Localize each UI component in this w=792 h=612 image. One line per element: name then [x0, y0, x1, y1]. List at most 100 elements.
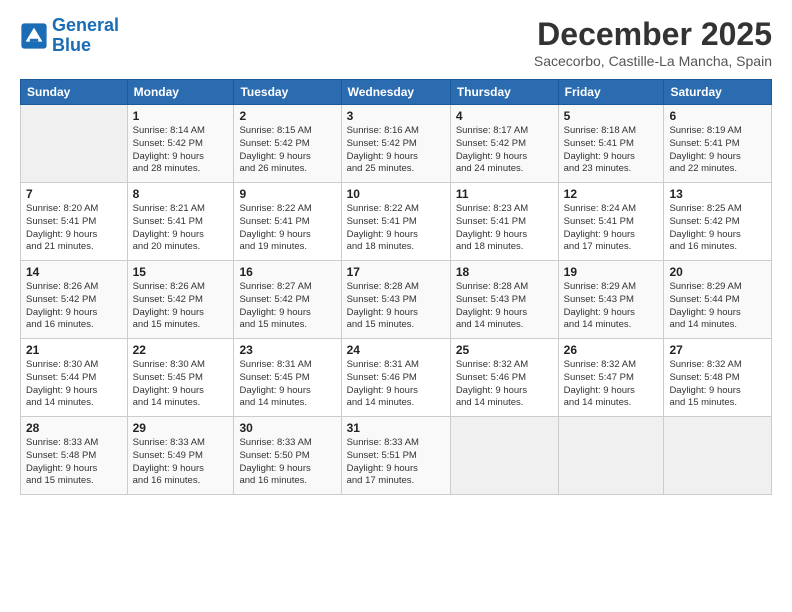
day-info: Sunrise: 8:18 AM Sunset: 5:41 PM Dayligh…: [564, 125, 659, 176]
calendar-cell: 7Sunrise: 8:20 AM Sunset: 5:41 PM Daylig…: [21, 183, 128, 261]
calendar-cell: 4 Sunrise: 8:17 AM Sunset: 5:42 PM Daylig…: [450, 105, 558, 183]
day-number: 16: [239, 265, 335, 279]
day-number: 5: [564, 109, 659, 123]
calendar-cell: [664, 417, 772, 495]
day-info: Sunrise: 8:17 AM Sunset: 5:42 PM Dayligh…: [456, 125, 553, 176]
calendar-cell: 2 Sunrise: 8:15 AM Sunset: 5:42 PM Daylig…: [234, 105, 341, 183]
calendar-cell: 8 Sunrise: 8:21 AM Sunset: 5:41 PM Daylig…: [127, 183, 234, 261]
calendar-week-2: 7Sunrise: 8:20 AM Sunset: 5:41 PM Daylig…: [21, 183, 772, 261]
day-info: Sunrise: 8:26 AM Sunset: 5:42 PM Dayligh…: [26, 281, 122, 332]
calendar-cell: 30 Sunrise: 8:33 AM Sunset: 5:50 PM Dayli…: [234, 417, 341, 495]
day-info: Sunrise: 8:23 AM Sunset: 5:41 PM Dayligh…: [456, 203, 553, 254]
page: General Blue December 2025 Sacecorbo, Ca…: [0, 0, 792, 612]
calendar-cell: 26Sunrise: 8:32 AM Sunset: 5:47 PM Dayli…: [558, 339, 664, 417]
day-number: 2: [239, 109, 335, 123]
header-tuesday: Tuesday: [234, 80, 341, 105]
calendar-cell: 1Sunrise: 8:14 AM Sunset: 5:42 PM Daylig…: [127, 105, 234, 183]
calendar-cell: 24 Sunrise: 8:31 AM Sunset: 5:46 PM Dayli…: [341, 339, 450, 417]
day-number: 4: [456, 109, 553, 123]
header-thursday: Thursday: [450, 80, 558, 105]
logo-blue: Blue: [52, 35, 91, 55]
calendar-body: 1Sunrise: 8:14 AM Sunset: 5:42 PM Daylig…: [21, 105, 772, 495]
calendar-week-4: 21Sunrise: 8:30 AM Sunset: 5:44 PM Dayli…: [21, 339, 772, 417]
day-number: 9: [239, 187, 335, 201]
day-number: 30: [239, 421, 335, 435]
calendar-cell: 15 Sunrise: 8:26 AM Sunset: 5:42 PM Dayli…: [127, 261, 234, 339]
day-info: Sunrise: 8:28 AM Sunset: 5:43 PM Dayligh…: [456, 281, 553, 332]
header-row: Sunday Monday Tuesday Wednesday Thursday…: [21, 80, 772, 105]
day-info: Sunrise: 8:14 AM Sunset: 5:42 PM Dayligh…: [133, 125, 229, 176]
calendar-cell: 10 Sunrise: 8:22 AM Sunset: 5:41 PM Dayli…: [341, 183, 450, 261]
day-info: Sunrise: 8:31 AM Sunset: 5:46 PM Dayligh…: [347, 359, 445, 410]
day-number: 25: [456, 343, 553, 357]
header-sunday: Sunday: [21, 80, 128, 105]
day-number: 17: [347, 265, 445, 279]
day-number: 8: [133, 187, 229, 201]
day-number: 21: [26, 343, 122, 357]
calendar-cell: [558, 417, 664, 495]
day-info: Sunrise: 8:25 AM Sunset: 5:42 PM Dayligh…: [669, 203, 766, 254]
calendar-cell: 20Sunrise: 8:29 AM Sunset: 5:44 PM Dayli…: [664, 261, 772, 339]
calendar-cell: [21, 105, 128, 183]
day-number: 11: [456, 187, 553, 201]
day-info: Sunrise: 8:20 AM Sunset: 5:41 PM Dayligh…: [26, 203, 122, 254]
calendar-week-3: 14Sunrise: 8:26 AM Sunset: 5:42 PM Dayli…: [21, 261, 772, 339]
header-wednesday: Wednesday: [341, 80, 450, 105]
calendar-cell: [450, 417, 558, 495]
day-number: 13: [669, 187, 766, 201]
day-info: Sunrise: 8:28 AM Sunset: 5:43 PM Dayligh…: [347, 281, 445, 332]
day-number: 19: [564, 265, 659, 279]
day-info: Sunrise: 8:26 AM Sunset: 5:42 PM Dayligh…: [133, 281, 229, 332]
day-info: Sunrise: 8:32 AM Sunset: 5:48 PM Dayligh…: [669, 359, 766, 410]
day-number: 15: [133, 265, 229, 279]
day-number: 24: [347, 343, 445, 357]
day-info: Sunrise: 8:33 AM Sunset: 5:50 PM Dayligh…: [239, 437, 335, 488]
logo: General Blue: [20, 16, 119, 56]
day-number: 31: [347, 421, 445, 435]
day-info: Sunrise: 8:29 AM Sunset: 5:44 PM Dayligh…: [669, 281, 766, 332]
logo-text: General Blue: [52, 16, 119, 56]
day-number: 6: [669, 109, 766, 123]
calendar-week-5: 28Sunrise: 8:33 AM Sunset: 5:48 PM Dayli…: [21, 417, 772, 495]
calendar-cell: 19 Sunrise: 8:29 AM Sunset: 5:43 PM Dayli…: [558, 261, 664, 339]
calendar-week-1: 1Sunrise: 8:14 AM Sunset: 5:42 PM Daylig…: [21, 105, 772, 183]
day-info: Sunrise: 8:24 AM Sunset: 5:41 PM Dayligh…: [564, 203, 659, 254]
calendar-cell: 22Sunrise: 8:30 AM Sunset: 5:45 PM Dayli…: [127, 339, 234, 417]
day-info: Sunrise: 8:29 AM Sunset: 5:43 PM Dayligh…: [564, 281, 659, 332]
day-number: 12: [564, 187, 659, 201]
logo-icon: [20, 22, 48, 50]
day-info: Sunrise: 8:33 AM Sunset: 5:51 PM Dayligh…: [347, 437, 445, 488]
header: General Blue December 2025 Sacecorbo, Ca…: [20, 16, 772, 69]
calendar-cell: 12 Sunrise: 8:24 AM Sunset: 5:41 PM Dayli…: [558, 183, 664, 261]
calendar-cell: 17 Sunrise: 8:28 AM Sunset: 5:43 PM Dayli…: [341, 261, 450, 339]
calendar-cell: 21Sunrise: 8:30 AM Sunset: 5:44 PM Dayli…: [21, 339, 128, 417]
title-section: December 2025 Sacecorbo, Castille-La Man…: [534, 16, 772, 69]
calendar-cell: 18 Sunrise: 8:28 AM Sunset: 5:43 PM Dayli…: [450, 261, 558, 339]
calendar-cell: 31 Sunrise: 8:33 AM Sunset: 5:51 PM Dayli…: [341, 417, 450, 495]
day-number: 27: [669, 343, 766, 357]
calendar-cell: 25 Sunrise: 8:32 AM Sunset: 5:46 PM Dayli…: [450, 339, 558, 417]
day-number: 22: [133, 343, 229, 357]
logo-general: General: [52, 15, 119, 35]
calendar-cell: 27 Sunrise: 8:32 AM Sunset: 5:48 PM Dayli…: [664, 339, 772, 417]
day-number: 29: [133, 421, 229, 435]
calendar-table: Sunday Monday Tuesday Wednesday Thursday…: [20, 79, 772, 495]
calendar-cell: 5 Sunrise: 8:18 AM Sunset: 5:41 PM Daylig…: [558, 105, 664, 183]
calendar-cell: 6 Sunrise: 8:19 AM Sunset: 5:41 PM Daylig…: [664, 105, 772, 183]
day-info: Sunrise: 8:27 AM Sunset: 5:42 PM Dayligh…: [239, 281, 335, 332]
day-number: 10: [347, 187, 445, 201]
day-number: 23: [239, 343, 335, 357]
calendar-cell: 14Sunrise: 8:26 AM Sunset: 5:42 PM Dayli…: [21, 261, 128, 339]
day-info: Sunrise: 8:33 AM Sunset: 5:48 PM Dayligh…: [26, 437, 122, 488]
day-info: Sunrise: 8:32 AM Sunset: 5:46 PM Dayligh…: [456, 359, 553, 410]
day-info: Sunrise: 8:19 AM Sunset: 5:41 PM Dayligh…: [669, 125, 766, 176]
calendar-cell: 9Sunrise: 8:22 AM Sunset: 5:41 PM Daylig…: [234, 183, 341, 261]
header-friday: Friday: [558, 80, 664, 105]
day-info: Sunrise: 8:15 AM Sunset: 5:42 PM Dayligh…: [239, 125, 335, 176]
day-info: Sunrise: 8:21 AM Sunset: 5:41 PM Dayligh…: [133, 203, 229, 254]
calendar-cell: 29Sunrise: 8:33 AM Sunset: 5:49 PM Dayli…: [127, 417, 234, 495]
calendar-cell: 23Sunrise: 8:31 AM Sunset: 5:45 PM Dayli…: [234, 339, 341, 417]
calendar-cell: 28Sunrise: 8:33 AM Sunset: 5:48 PM Dayli…: [21, 417, 128, 495]
day-number: 18: [456, 265, 553, 279]
day-info: Sunrise: 8:22 AM Sunset: 5:41 PM Dayligh…: [347, 203, 445, 254]
